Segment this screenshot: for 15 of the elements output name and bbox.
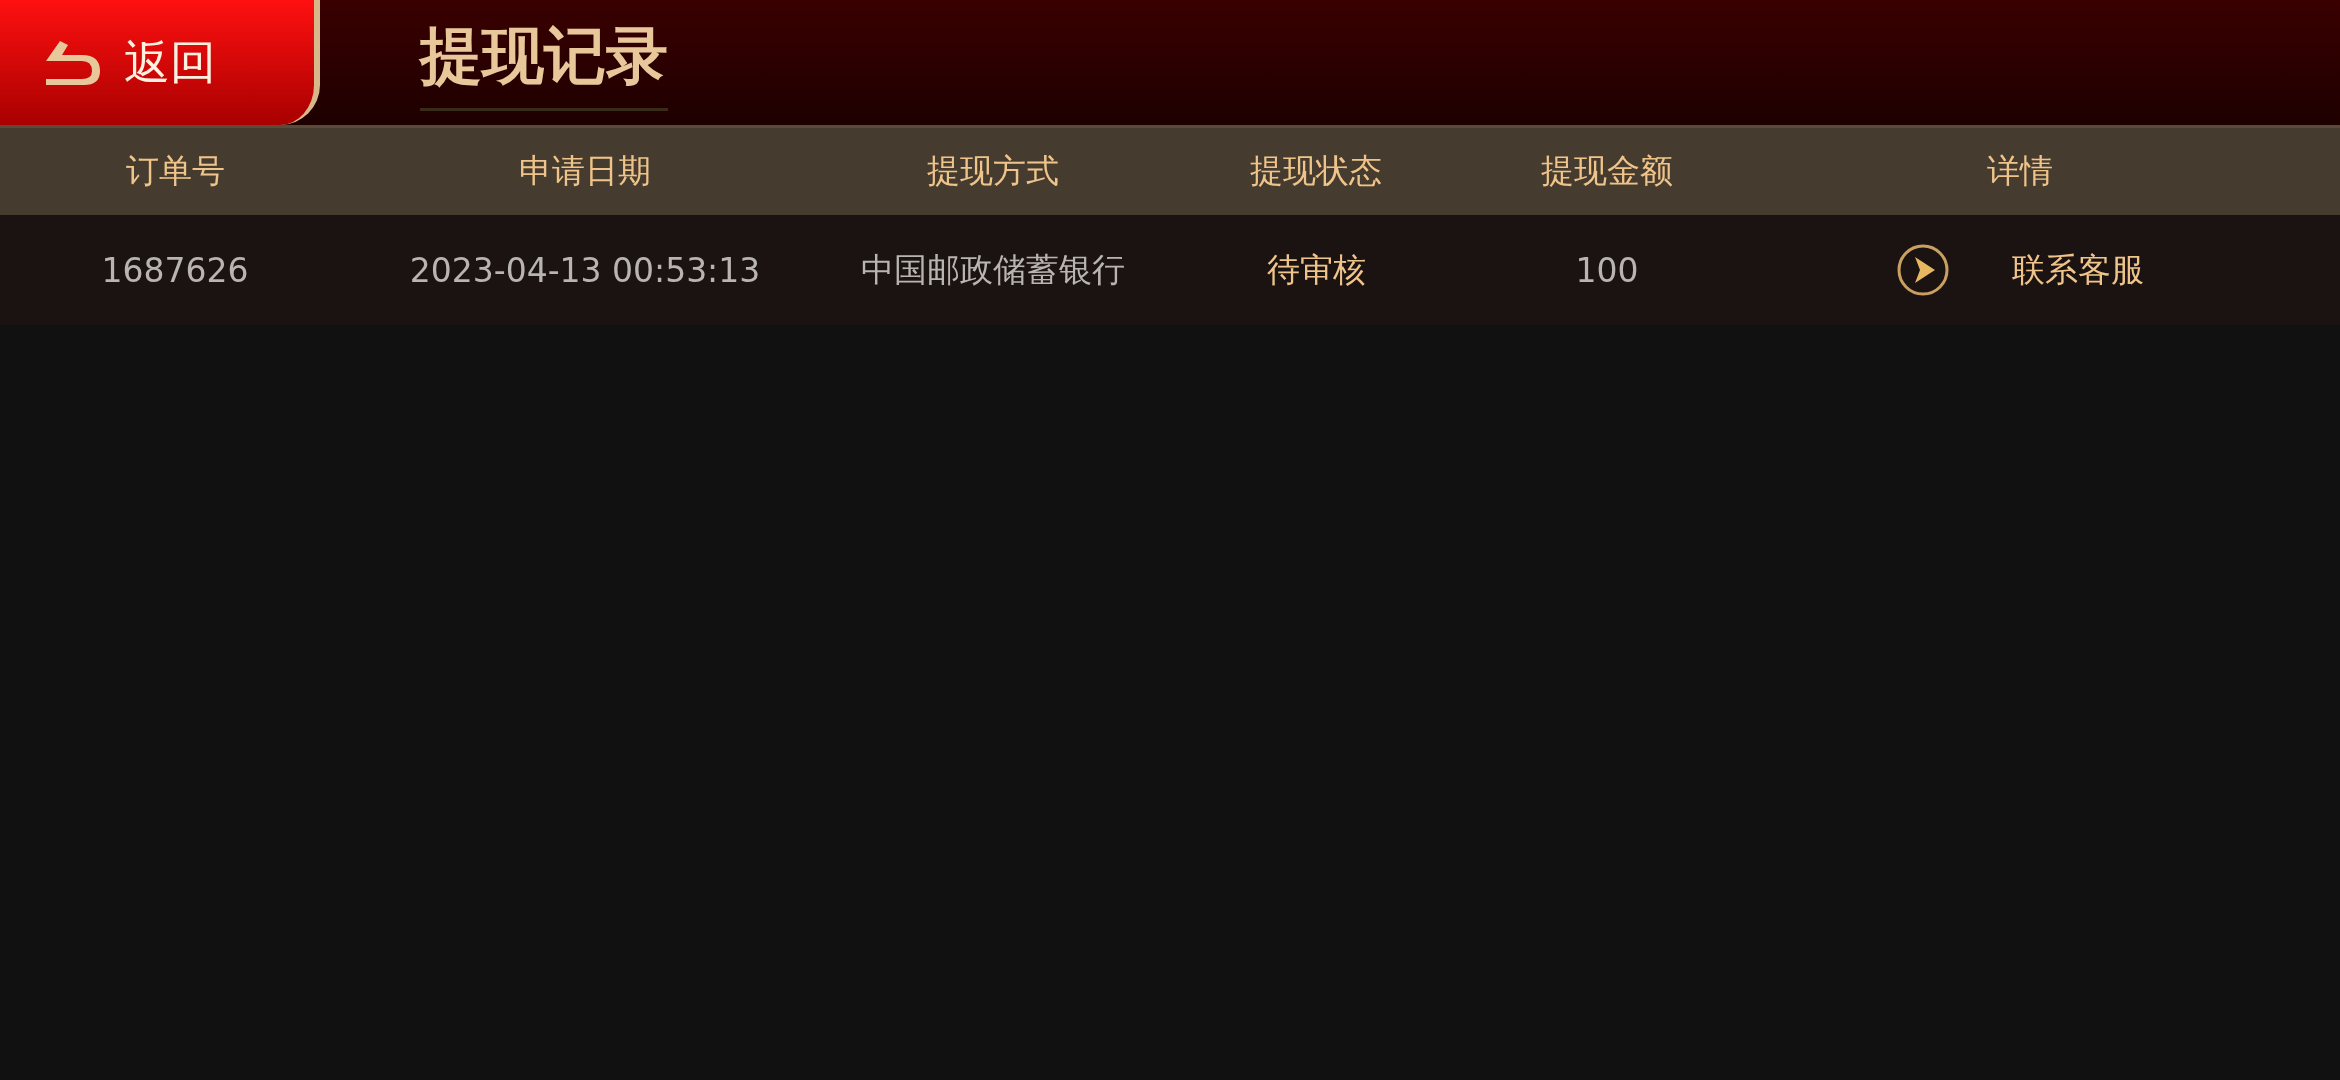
- page-title: 提现记录: [420, 14, 668, 111]
- status-cell-text: 待审核: [1266, 248, 1366, 291]
- column-header: 提现状态: [1250, 150, 1382, 192]
- table-cell: 1687626: [101, 250, 249, 290]
- column-header: 申请日期: [519, 150, 651, 192]
- column-header: 订单号: [125, 150, 225, 192]
- table-cell-text: 中国邮政储蓄银行: [861, 248, 1125, 291]
- table-cell: 2023-04-13 00:53:13: [409, 250, 761, 290]
- back-button[interactable]: 返回: [0, 0, 320, 125]
- column-header: 提现金额: [1541, 150, 1673, 192]
- contact-support-link[interactable]: 联系客服: [2012, 247, 2144, 293]
- column-header: 提现方式: [927, 150, 1059, 192]
- arrow-circle-icon[interactable]: [1896, 243, 1950, 297]
- table-cell: 100: [1575, 250, 1639, 290]
- column-header: 详情: [1987, 150, 2053, 192]
